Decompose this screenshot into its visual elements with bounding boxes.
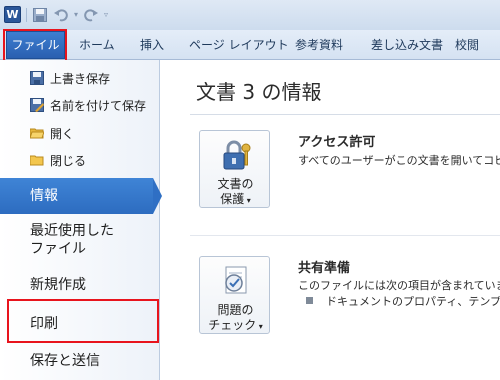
redo-icon[interactable] [83,7,99,23]
undo-icon[interactable] [53,7,69,23]
nav-item-print[interactable]: 印刷 [0,313,160,333]
dropdown-arrow-icon: ▾ [244,196,251,205]
nav-item-new[interactable]: 新規作成 [0,274,160,294]
section-divider [190,235,500,236]
title-bar: W ▾ ▿ [0,0,500,30]
protect-document-label: 文書の 保護 ▾ [200,177,271,208]
protect-label-line1: 文書の [217,177,254,191]
check-issues-label: 問題の チェック ▾ [200,303,271,334]
word-icon[interactable]: W [4,6,21,23]
tab-file[interactable]: ファイル [6,31,65,59]
save-icon[interactable] [32,7,48,23]
page-title: 文書 3 の情報 [196,80,322,104]
lock-key-icon [223,140,251,170]
nav-item-info[interactable]: 情報 [0,178,153,214]
save-command[interactable]: 上書き保存 [30,68,110,88]
nav-item-save-send[interactable]: 保存と送信 [0,350,160,370]
save-as-icon [30,98,44,112]
tab-home[interactable]: ホーム [79,36,115,58]
save-as-command[interactable]: 名前を付けて保存 [30,95,146,115]
permissions-title: アクセス許可 [298,135,376,150]
save-as-label: 名前を付けて保存 [50,98,147,113]
tab-insert[interactable]: 挿入 [140,36,164,58]
protect-document-button[interactable]: 文書の 保護 ▾ [199,130,270,208]
bullet-icon [306,297,313,304]
tab-page-layout[interactable]: ページ レイアウト [189,36,289,58]
folder-icon [30,155,44,166]
open-command[interactable]: 開く [30,123,74,143]
check-label-line2: チェック [208,318,257,332]
check-issues-button[interactable]: 問題の チェック ▾ [199,256,270,334]
properties-bullet-text: ドキュメントのプロパティ、テンプレー [326,295,500,308]
open-label: 開く [50,126,75,141]
customize-icon[interactable]: ▿ [104,10,108,19]
prepare-sharing-description: このファイルには次の項目が含まれていま [298,279,500,292]
prepare-sharing-title: 共有準備 [298,261,351,276]
quick-access-toolbar: W ▾ ▿ [4,6,108,23]
title-divider [190,114,500,115]
tab-review[interactable]: 校閲 [455,36,479,58]
protect-label-line2: 保護 [220,192,245,206]
ribbon-tab-bar: ホーム 挿入 ページ レイアウト 参考資料 差し込み文書 校閲 [0,30,500,60]
recent-label-line2: ファイル [30,241,86,257]
undo-dropdown-icon[interactable]: ▾ [74,10,78,19]
tab-mailings[interactable]: 差し込み文書 [371,36,443,58]
tab-references[interactable]: 参考資料 [295,36,343,58]
close-label: 閉じる [50,153,87,168]
recent-label-line1: 最近使用した [30,223,114,239]
permissions-description: すべてのユーザーがこの文書を開いてコピ [298,154,500,167]
selected-arrow [153,178,162,214]
save-icon [30,71,44,85]
open-folder-icon [30,128,44,139]
save-label: 上書き保存 [50,71,111,86]
nav-item-recent[interactable]: 最近使用した ファイル [0,222,160,258]
check-label-line1: 問題の [217,303,254,317]
dropdown-arrow-icon: ▾ [256,322,263,331]
document-check-icon [225,266,247,294]
qat-separator [26,7,27,22]
close-command[interactable]: 閉じる [30,150,86,170]
